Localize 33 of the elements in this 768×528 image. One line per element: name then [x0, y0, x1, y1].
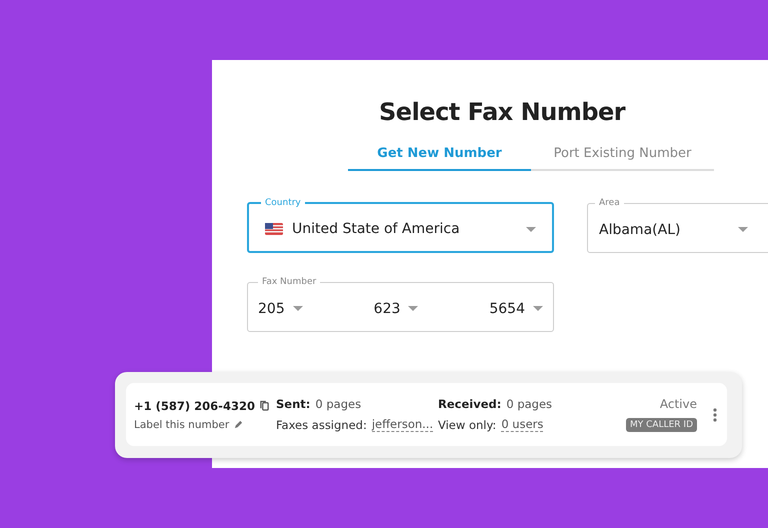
field-label: Fax Number — [261, 276, 318, 288]
faxes-assigned-label: Faxes assigned: — [276, 418, 367, 432]
caller-id-badge: MY CALLER ID — [626, 418, 697, 432]
pencil-icon[interactable] — [234, 419, 244, 430]
copy-icon[interactable] — [260, 400, 269, 411]
country-select[interactable]: Country United State of America — [247, 197, 554, 253]
sent-value: 0 pages — [315, 397, 362, 411]
number-select[interactable]: 5654 — [489, 300, 543, 316]
sent-label: Sent: — [276, 397, 310, 411]
received-value: 0 pages — [506, 397, 552, 411]
area-select[interactable]: Area Albama(AL) — [587, 197, 768, 253]
more-icon[interactable] — [713, 408, 717, 422]
tab[interactable]: Port Existing Number — [531, 140, 714, 171]
phone-number: +1 (587) 206-4320 — [134, 398, 255, 412]
view-only-label: View only: — [438, 418, 496, 432]
caret-icon — [408, 306, 418, 311]
field-label: Area — [598, 197, 621, 209]
faxes-assigned-link[interactable]: jefferson... — [372, 417, 434, 432]
label-link[interactable]: Label this number — [134, 418, 230, 430]
received-label: Received: — [438, 397, 502, 411]
view-only-link[interactable]: 0 users — [501, 417, 544, 432]
caret-icon — [532, 306, 543, 311]
field-label: Country — [264, 197, 302, 209]
status-text: Active — [660, 397, 697, 411]
flag-icon — [265, 223, 283, 235]
dialog-title: Select Fax Number — [379, 97, 626, 128]
caret-icon — [526, 226, 536, 232]
caret-icon — [292, 306, 303, 311]
number-select[interactable]: 623 — [374, 300, 418, 316]
country-value: United State of America — [292, 221, 460, 237]
area-value: Albama(AL) — [599, 222, 680, 238]
caret-icon — [738, 227, 748, 232]
number-select[interactable]: 205 — [258, 300, 303, 316]
